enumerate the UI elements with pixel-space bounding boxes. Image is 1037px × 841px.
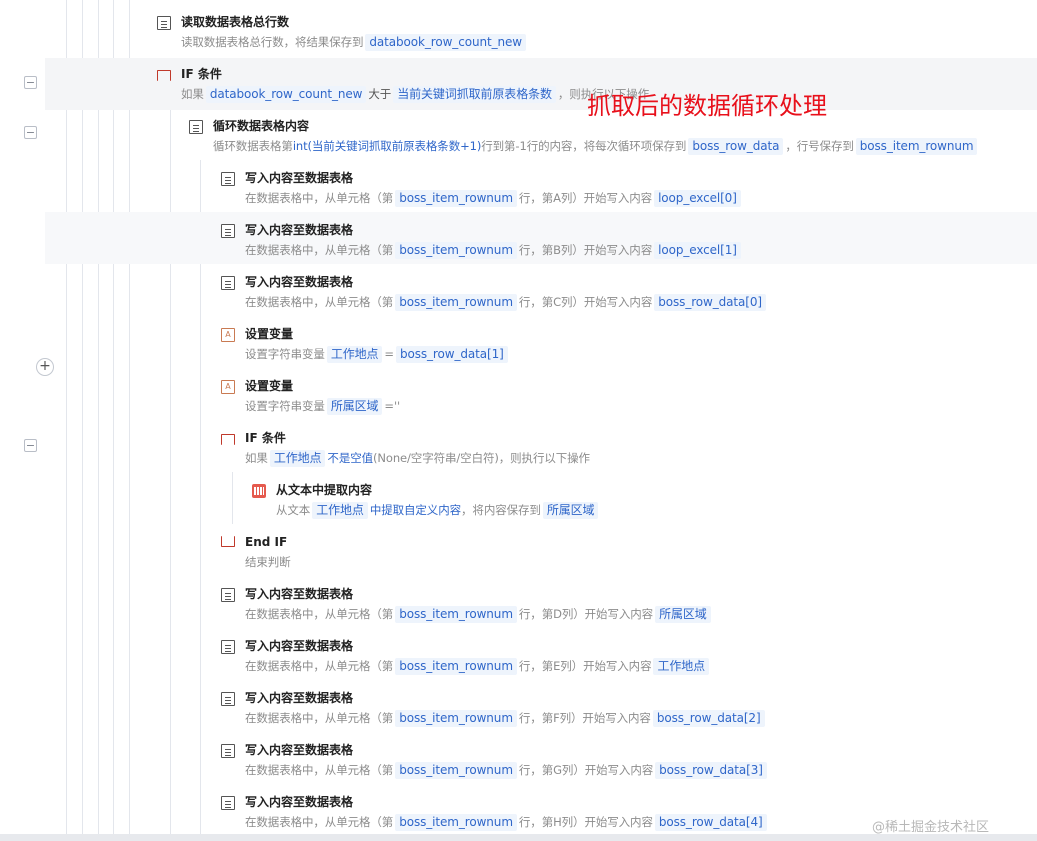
step-desc: 在数据表格中，从单元格（第 boss_item_rownum 行，第C列）开始写入内… [245,293,768,311]
var-tag: 工作地点 [269,450,326,467]
step-title: 写入内容至数据表格 [245,639,354,653]
document-icon [157,16,171,30]
step-desc: 设置字符串变量 所属区域 ='' [245,398,401,415]
step-title: 写入内容至数据表格 [245,587,354,601]
write-document-icon [221,276,235,290]
var-tag: boss_row_data [688,138,784,155]
watermark: @稀土掘金技术社区 [872,820,990,835]
var-tag: 当前关键词抓取前原表格条数 [393,86,556,103]
write-document-icon [221,744,235,758]
write-document-icon [221,172,235,186]
step-desc: 在数据表格中，从单元格（第 boss_item_rownum 行，第G列）开始写入内… [245,761,769,779]
var-tag: boss_row_data[4] [654,814,767,831]
step-desc: 读取数据表格总行数，将结果保存到 databook_row_count_new [181,33,528,51]
write-document-icon [221,692,235,706]
step-desc: 在数据表格中，从单元格（第 boss_item_rownum 行，第E列）开始写入内… [245,657,711,675]
step-desc: 在数据表格中，从单元格（第 boss_item_rownum 行，第H列）开始写入内… [245,813,769,831]
add-step-button[interactable]: + [36,358,54,376]
step-desc: 从文本 工作地点 中提取自定义内容，将内容保存到 所属区域 [276,501,600,519]
write-document-icon [221,640,235,654]
step-title: End IF [245,535,288,549]
write-document-icon [221,588,235,602]
step-desc: 如果 databook_row_count_new 大于 当前关键词抓取前原表格条数，… [181,86,650,103]
step-title: IF 条件 [181,67,222,81]
step-desc: 在数据表格中，从单元格（第 boss_item_rownum 行，第D列）开始写入内… [245,605,713,623]
step-title: 从文本中提取内容 [276,483,373,497]
var-tag: boss_item_rownum [395,190,517,207]
var-tag: 工作地点 [312,502,368,519]
step-desc: 在数据表格中，从单元格（第 boss_item_rownum 行，第B列）开始写入内… [245,241,743,259]
var-tag: boss_row_data[0] [654,294,766,311]
step-title: IF 条件 [245,431,286,445]
step-desc: 结束判断 [245,555,291,569]
step-desc: 在数据表格中，从单元格（第 boss_item_rownum 行，第F列）开始写入内… [245,709,767,727]
var-tag: boss_item_rownum [395,294,517,311]
var-tag: boss_item_rownum [855,138,978,155]
step-desc: 循环数据表格第int(当前关键词抓取前原表格条数+1)行到第-1行的内容，将每次… [213,137,979,155]
var-tag: boss_item_rownum [395,606,517,623]
extract-text-icon [252,484,266,498]
step-title: 写入内容至数据表格 [245,795,354,809]
step-title: 循环数据表格内容 [213,119,310,133]
var-tag: 工作地点 [653,658,710,675]
var-tag: loop_excel[0] [654,190,741,207]
var-tag: boss_row_data[2] [652,710,765,727]
var-tag: 所属区域 [655,606,711,623]
step-title: 写入内容至数据表格 [245,275,354,289]
var-tag: 所属区域 [542,502,599,519]
write-document-icon [221,796,235,810]
var-tag: databook_row_count_new [205,86,367,103]
step-title: 写入内容至数据表格 [245,223,354,237]
step-desc: 设置字符串变量 工作地点 = boss_row_data[1] [245,345,510,363]
step-title: 写入内容至数据表格 [245,691,354,705]
var-tag: boss_item_rownum [395,710,517,727]
collapse-inner-if-button[interactable]: − [24,439,37,452]
variable-icon: A [221,328,235,342]
loop-document-icon [189,120,203,134]
step-title: 设置变量 [245,327,294,341]
var-tag: databook_row_count_new [365,34,526,51]
if-branch-icon [157,70,171,81]
step-desc: 如果 工作地点 不是空值(None/空字符串/空白符)，则执行以下操作 [245,450,590,467]
end-if-icon [221,536,235,547]
var-tag: boss_item_rownum [395,762,517,779]
annotation-title: 抓取后的数据循环处理 [587,92,827,120]
step-title: 读取数据表格总行数 [181,15,290,29]
collapse-if-button[interactable]: − [24,76,37,89]
variable-icon: A [221,380,235,394]
step-desc: 在数据表格中，从单元格（第 boss_item_rownum 行，第A列）开始写入内… [245,189,743,207]
collapse-loop-button[interactable]: − [24,126,37,139]
if-branch-icon [221,434,235,445]
var-tag: boss_item_rownum [395,242,517,259]
var-tag: 所属区域 [326,398,383,415]
var-tag: boss_item_rownum [395,658,517,675]
var-tag: boss_row_data[1] [395,346,508,363]
step-title: 写入内容至数据表格 [245,171,354,185]
var-tag: loop_excel[1] [654,242,741,259]
horizontal-scrollbar[interactable] [0,834,1037,841]
write-document-icon [221,224,235,238]
var-tag: 工作地点 [326,346,383,363]
var-tag: boss_item_rownum [395,814,517,831]
step-title: 设置变量 [245,379,294,393]
var-tag: boss_row_data[3] [655,762,767,779]
step-title: 写入内容至数据表格 [245,743,354,757]
